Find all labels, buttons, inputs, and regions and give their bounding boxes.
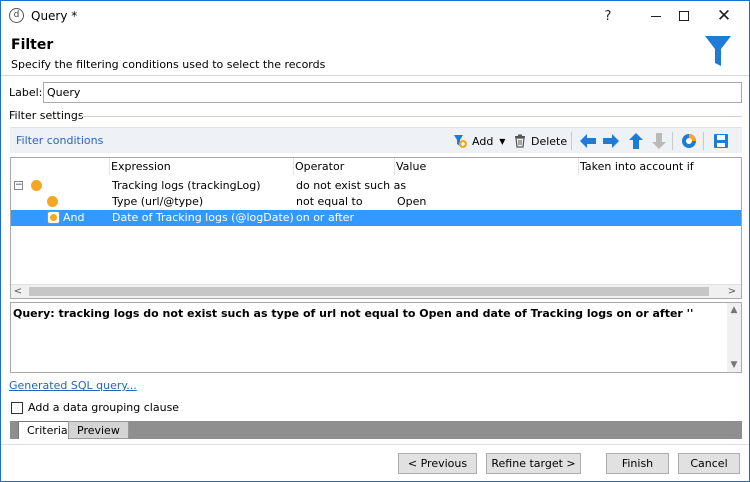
delete-button[interactable]: Delete (513, 131, 567, 151)
move-down-button[interactable] (650, 132, 668, 150)
query-summary: Query: tracking logs do not exist such a… (10, 302, 742, 373)
page-title: Filter (11, 37, 54, 53)
label-input[interactable] (43, 82, 742, 103)
delete-label: Delete (531, 134, 568, 148)
minimize-icon (651, 15, 661, 17)
filter-settings-divider (79, 116, 742, 117)
date-condition-icon (47, 211, 60, 224)
label-caption: Label: (9, 86, 43, 99)
toolbar-separator (672, 132, 673, 150)
add-label: Add (472, 134, 494, 148)
condition-dot-icon (31, 180, 42, 191)
move-up-button[interactable] (627, 132, 645, 150)
close-button[interactable]: ✕ (701, 1, 747, 31)
scroll-left-icon[interactable]: < (11, 285, 25, 298)
filter-conditions-grid: Expression Operator Value Taken into acc… (10, 157, 742, 299)
column-header-taken-into-account[interactable]: Taken into account if (580, 160, 694, 173)
add-condition-icon (454, 135, 467, 148)
filter-toolbar: Filter conditions Add ▼ Delete (10, 127, 742, 153)
window-title: Query * (31, 9, 78, 23)
scroll-up-icon[interactable]: ▲ (727, 303, 741, 317)
funnel-icon (705, 36, 731, 66)
logic-prefix-cell: And (63, 211, 85, 224)
previous-button[interactable]: < Previous (398, 453, 477, 474)
distribution-icon (682, 134, 696, 148)
chevron-down-icon[interactable]: ▼ (499, 137, 505, 146)
cancel-button[interactable]: Cancel (678, 453, 740, 474)
title-bar: d Query * ? ✕ (1, 1, 749, 31)
close-icon: ✕ (716, 6, 732, 26)
app-icon: d (9, 8, 24, 23)
save-icon (714, 134, 728, 148)
move-up-icon (629, 133, 643, 149)
scroll-down-icon[interactable]: ▼ (727, 358, 741, 372)
table-row-selected[interactable]: And Date of Tracking logs (@logDate) on … (11, 210, 741, 226)
header-divider (1, 75, 749, 76)
column-divider (293, 158, 294, 175)
trash-icon (515, 134, 525, 148)
query-window: d Query * ? ✕ Filter Specify the filteri… (0, 0, 750, 482)
add-button[interactable]: Add ▼ (452, 131, 505, 151)
column-header-value[interactable]: Value (396, 160, 426, 173)
column-header-operator[interactable]: Operator (295, 160, 344, 173)
move-down-icon (652, 133, 666, 149)
distribution-button[interactable] (680, 132, 698, 150)
table-row[interactable]: − Tracking logs (trackingLog) do not exi… (11, 178, 741, 194)
refine-target-button[interactable]: Refine target > (486, 453, 581, 474)
operator-cell: on or after (296, 211, 354, 224)
column-divider (109, 158, 110, 175)
tab-preview[interactable]: Preview (68, 421, 129, 439)
filter-conditions-link[interactable]: Filter conditions (16, 134, 103, 147)
collapse-toggle[interactable]: − (14, 181, 23, 190)
column-header-expression[interactable]: Expression (111, 160, 171, 173)
expression-cell: Type (url/@type) (112, 195, 204, 208)
view-tabs: Criteria Preview (10, 421, 742, 439)
operator-cell: do not exist such as (296, 179, 407, 192)
toolbar-separator (703, 132, 704, 150)
expression-cell: Date of Tracking logs (@logDate) (112, 211, 294, 224)
move-left-icon (580, 134, 596, 148)
column-divider (394, 158, 395, 175)
condition-dot-icon (47, 196, 58, 207)
filter-settings-label: Filter settings (9, 109, 84, 122)
page-header: Filter Specify the filtering conditions … (1, 32, 749, 74)
generated-sql-link[interactable]: Generated SQL query... (9, 379, 137, 392)
maximize-icon (679, 11, 689, 21)
grouping-checkbox-label[interactable]: Add a data grouping clause (28, 401, 179, 414)
toolbar-separator (571, 132, 572, 150)
grouping-checkbox[interactable] (11, 402, 23, 414)
move-right-icon (603, 134, 619, 148)
vertical-scrollbar[interactable]: ▲ ▼ (727, 303, 741, 372)
expression-cell: Tracking logs (trackingLog) (112, 179, 261, 192)
scrollbar-thumb[interactable] (29, 287, 709, 296)
help-button[interactable]: ? (585, 1, 631, 31)
horizontal-scrollbar[interactable]: < > (11, 284, 741, 298)
page-subtitle: Specify the filtering conditions used to… (11, 58, 326, 71)
column-divider (578, 158, 579, 175)
save-button[interactable] (712, 132, 730, 150)
move-right-button[interactable] (602, 132, 620, 150)
move-left-button[interactable] (579, 132, 597, 150)
table-row[interactable]: Type (url/@type) not equal to Open (11, 194, 741, 210)
query-summary-text: Query: tracking logs do not exist such a… (13, 307, 694, 320)
finish-button[interactable]: Finish (606, 453, 669, 474)
operator-cell: not equal to (296, 195, 363, 208)
footer-divider (1, 444, 749, 445)
value-cell: Open (397, 195, 427, 208)
scroll-right-icon[interactable]: > (725, 285, 739, 298)
